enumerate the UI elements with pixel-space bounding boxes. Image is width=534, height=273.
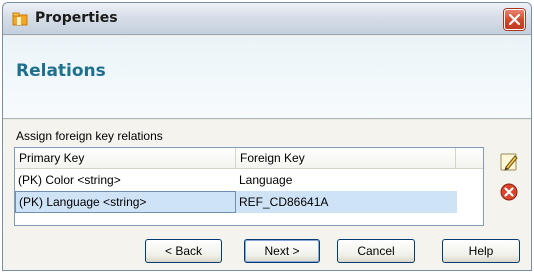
page-title: Relations xyxy=(16,61,106,81)
column-header-filler xyxy=(456,148,483,168)
table-row-selected[interactable]: (PK) Language <string> REF_CD86641A xyxy=(15,191,483,213)
edit-icon xyxy=(500,153,518,171)
back-button[interactable]: < Back xyxy=(145,239,222,263)
dialog-body: Assign foreign key relations Primary Key… xyxy=(3,120,531,270)
close-icon xyxy=(508,13,521,26)
primary-key-cell[interactable]: (PK) Color <string> xyxy=(15,169,236,191)
page-header: Relations xyxy=(3,36,531,119)
foreign-key-cell[interactable]: REF_CD86641A xyxy=(236,191,457,213)
primary-key-cell[interactable]: (PK) Language <string> xyxy=(15,191,236,213)
foreign-key-cell[interactable]: Language xyxy=(236,169,457,191)
title-bar: Properties xyxy=(3,3,531,35)
relations-table[interactable]: Primary Key Foreign Key (PK) Color <stri… xyxy=(14,147,484,226)
delete-relation-button[interactable] xyxy=(497,180,521,204)
column-header-primary-key[interactable]: Primary Key xyxy=(15,148,236,168)
close-button[interactable] xyxy=(504,9,525,30)
delete-icon xyxy=(500,183,518,201)
edit-relation-button[interactable] xyxy=(497,150,521,174)
assign-relations-label: Assign foreign key relations xyxy=(16,129,163,143)
table-row[interactable]: (PK) Color <string> Language xyxy=(15,169,483,191)
help-button[interactable]: Help xyxy=(442,239,520,263)
window-title: Properties xyxy=(35,10,118,26)
properties-dialog: Properties Relations Assign foreign key … xyxy=(2,2,532,271)
cancel-button[interactable]: Cancel xyxy=(337,239,415,263)
folder-icon xyxy=(12,12,28,26)
column-header-foreign-key[interactable]: Foreign Key xyxy=(236,148,456,168)
table-header: Primary Key Foreign Key xyxy=(15,148,483,169)
next-button[interactable]: Next > xyxy=(244,239,320,263)
